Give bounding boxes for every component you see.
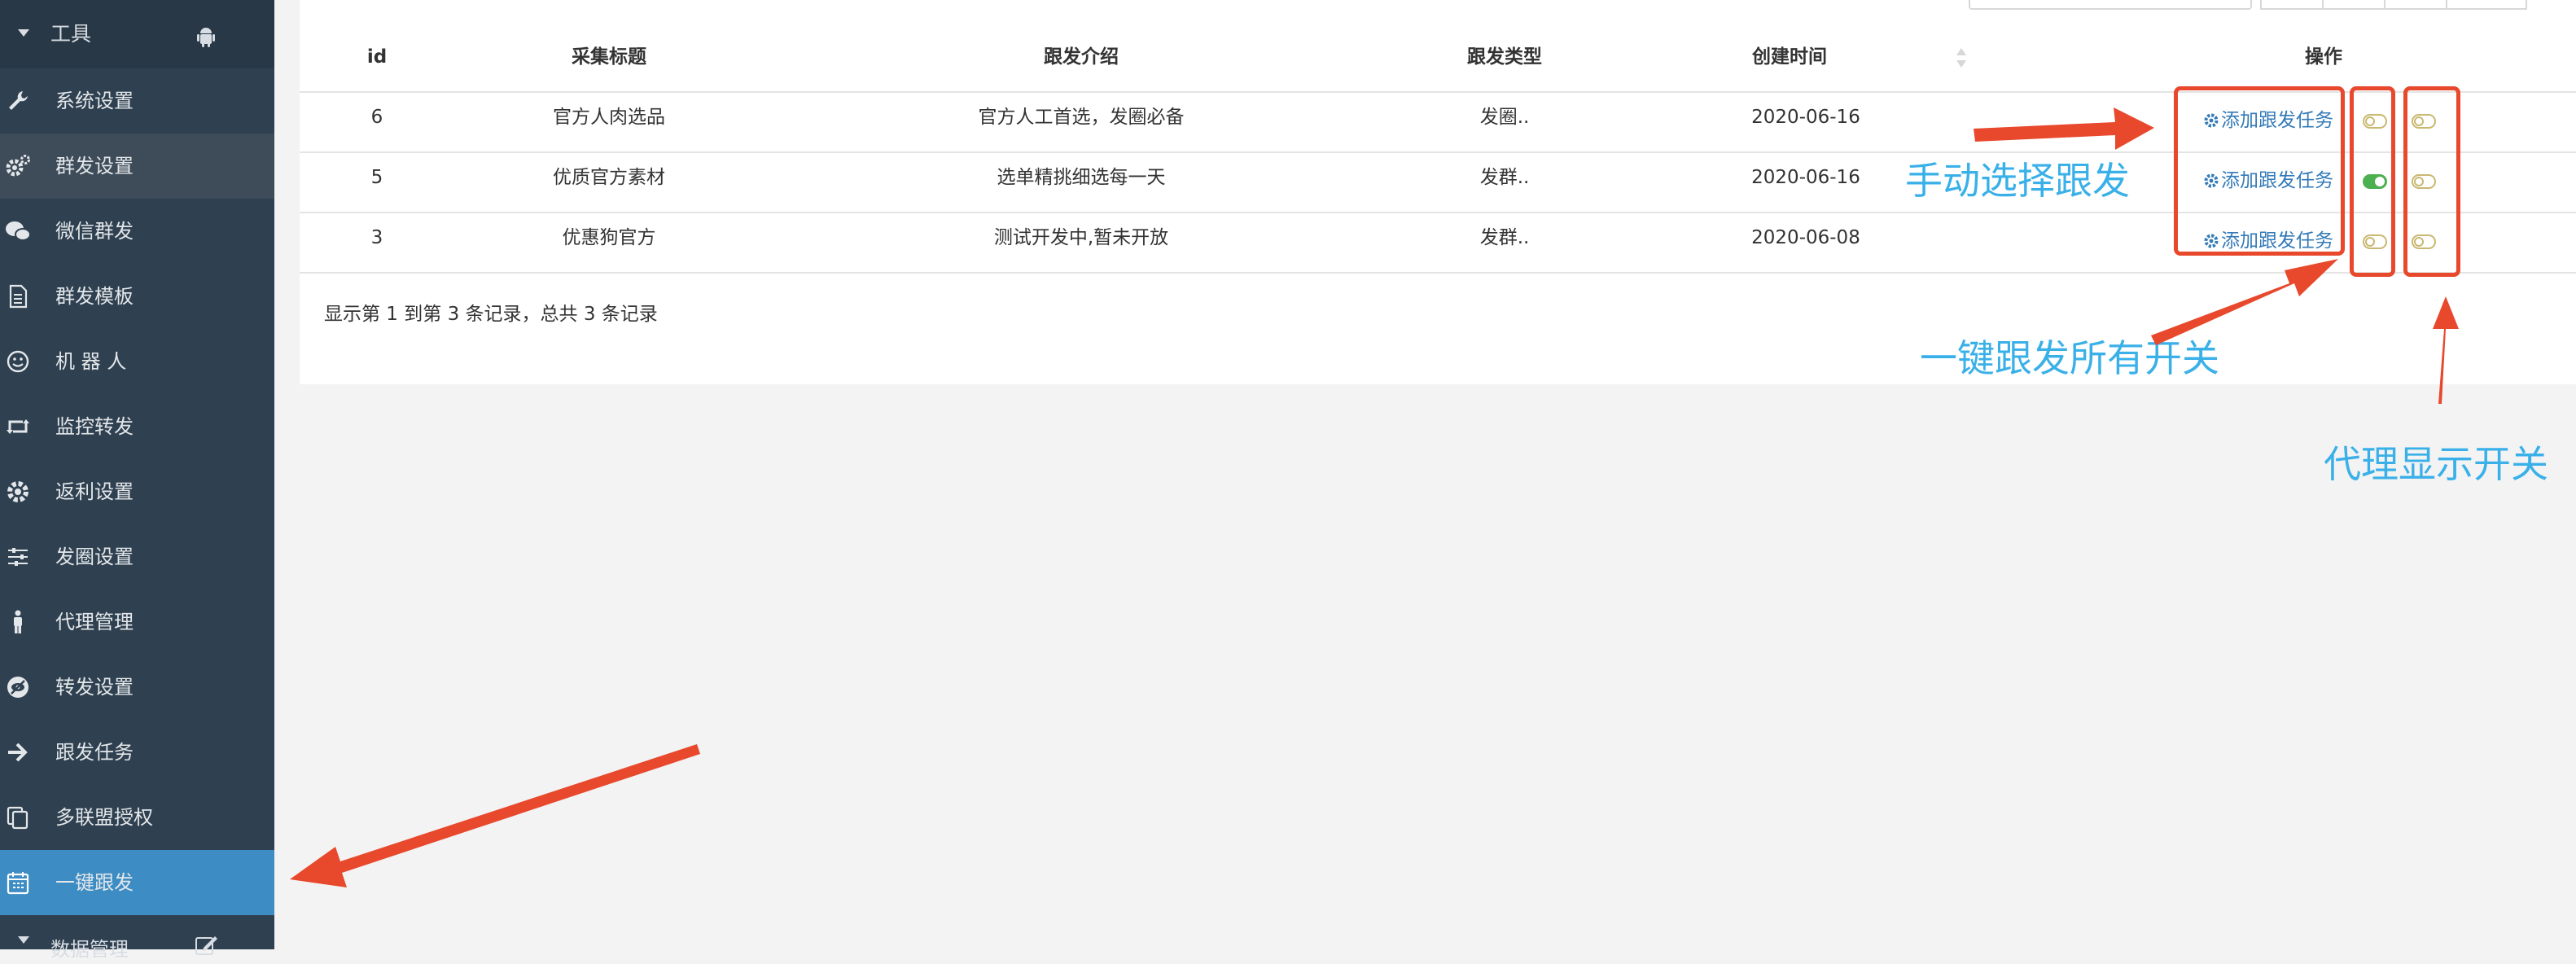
table-bottom-divider — [300, 272, 2576, 274]
column-header-title[interactable]: 采集标题 — [487, 41, 731, 73]
eye-slash-icon — [7, 677, 28, 698]
cell-type: 发圈.. — [1479, 107, 1530, 128]
annotation-manual-follow: 手动选择跟发 — [1905, 159, 2130, 203]
calendar-icon — [7, 872, 29, 895]
arrow-right-icon — [8, 743, 28, 762]
search-input[interactable] — [1969, 0, 2252, 10]
sidebar-item-robot[interactable]: 机 器 人 — [0, 329, 274, 394]
retweet-icon — [7, 419, 29, 434]
sidebar-group-tools[interactable]: 工具 — [0, 0, 274, 68]
cell-id: 3 — [370, 227, 383, 248]
sidebar-item-label: 跟发任务 — [55, 741, 134, 764]
sidebar: 工具 系统设置 群发设置 微信群发 群发模板 机 器 人 监控转发 返利设置 发… — [0, 0, 274, 961]
sidebar-group-label: 工具 — [50, 22, 92, 46]
sidebar-item-agent-management[interactable]: 代理管理 — [0, 589, 274, 655]
highlight-box-add-task — [2174, 86, 2345, 256]
sidebar-item-group-send-settings[interactable]: 群发设置 — [0, 134, 274, 199]
sidebar-item-system-settings[interactable]: 系统设置 — [0, 68, 274, 134]
sidebar-item-label: 代理管理 — [55, 611, 134, 633]
sidebar-item-label: 微信群发 — [55, 220, 134, 243]
cell-created: 2020-06-08 — [1751, 227, 1860, 248]
cell-title: 优惠狗官方 — [562, 227, 656, 248]
document-icon — [9, 284, 28, 309]
cell-type: 发群.. — [1479, 227, 1530, 248]
toolbar-button[interactable] — [2384, 0, 2449, 10]
sidebar-item-multi-alliance-auth[interactable]: 多联盟授权 — [0, 785, 274, 850]
sidebar-item-label: 系统设置 — [55, 90, 134, 112]
sidebar-item-label: 群发模板 — [55, 285, 134, 308]
pagination-info: 显示第 1 到第 3 条记录，总共 3 条记录 — [324, 304, 658, 325]
sidebar-item-label: 转发设置 — [55, 676, 134, 699]
gears-icon — [6, 155, 30, 177]
column-header-id[interactable]: id — [324, 41, 430, 73]
sidebar-item-label: 多联盟授权 — [55, 806, 153, 829]
cell-title: 官方人肉选品 — [553, 107, 665, 128]
sidebar-item-label: 一键跟发 — [55, 871, 134, 894]
cell-type: 发群.. — [1479, 167, 1530, 188]
toolbar-button[interactable] — [2260, 0, 2325, 10]
toolbar-button[interactable] — [2322, 0, 2387, 10]
cell-id: 5 — [370, 167, 383, 188]
highlight-box-follow-switch — [2350, 86, 2395, 277]
cell-created: 2020-06-16 — [1751, 107, 1860, 128]
sidebar-item-label: 返利设置 — [55, 480, 134, 503]
edit-icon — [195, 936, 217, 955]
cell-id: 6 — [370, 107, 383, 128]
column-header-intro[interactable]: 跟发介绍 — [918, 41, 1244, 73]
column-header-created[interactable]: 创建时间 — [1667, 41, 1912, 73]
cell-title: 优质官方素材 — [553, 167, 665, 188]
sidebar-item-moments-settings[interactable]: 发圈设置 — [0, 524, 274, 589]
cell-created: 2020-06-16 — [1751, 167, 1860, 188]
android-icon — [197, 28, 215, 47]
sidebar-item-rebate-settings[interactable]: 返利设置 — [0, 459, 274, 524]
sidebar-item-one-click-follow[interactable]: 一键跟发 — [0, 850, 274, 915]
annotation-all-switch: 一键跟发所有开关 — [1920, 336, 2219, 380]
highlight-box-agent-switch — [2403, 86, 2460, 277]
sidebar-item-label: 群发设置 — [55, 155, 134, 177]
cell-intro: 测试开发中,暂未开放 — [993, 227, 1169, 248]
gear-icon — [7, 481, 28, 502]
sidebar-item-wechat-broadcast[interactable]: 微信群发 — [0, 199, 274, 264]
person-icon — [14, 610, 22, 633]
sidebar-item-monitor-forward[interactable]: 监控转发 — [0, 394, 274, 459]
sidebar-item-label: 监控转发 — [55, 415, 134, 438]
annotation-agent-switch: 代理显示开关 — [2324, 442, 2548, 486]
caret-down-icon — [18, 29, 29, 37]
wechat-icon — [6, 221, 31, 241]
sidebar-item-follow-tasks[interactable]: 跟发任务 — [0, 720, 274, 785]
sidebar-group-data-management[interactable]: 数据管理 — [0, 920, 274, 961]
cell-intro: 选单精挑细选每一天 — [997, 167, 1166, 188]
toolbar-button[interactable] — [2446, 0, 2527, 10]
sliders-icon — [8, 548, 28, 566]
smiley-icon — [7, 350, 29, 373]
column-header-ops: 操作 — [2305, 46, 2342, 68]
copy-icon — [7, 806, 28, 830]
sort-icon[interactable] — [1956, 47, 1967, 68]
sidebar-item-label: 机 器 人 — [55, 350, 127, 373]
cell-intro: 官方人工首选，发圈必备 — [978, 107, 1185, 128]
arrow-to-sidebar-item — [290, 744, 700, 887]
wrench-icon — [9, 91, 28, 110]
sidebar-item-templates[interactable]: 群发模板 — [0, 264, 274, 329]
sidebar-group-label: 数据管理 — [50, 938, 129, 961]
caret-down-icon — [18, 936, 29, 944]
sidebar-item-label: 发圈设置 — [55, 546, 134, 568]
sidebar-item-forward-settings[interactable]: 转发设置 — [0, 655, 274, 720]
column-header-type[interactable]: 跟发类型 — [1423, 41, 1586, 73]
